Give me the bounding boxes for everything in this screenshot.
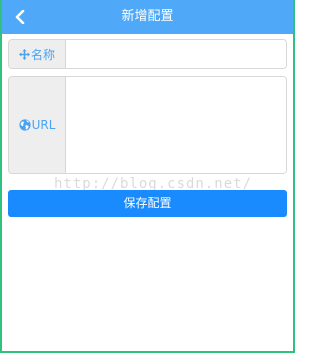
name-row: 名称 (8, 39, 287, 69)
save-config-button[interactable]: 保存配置 (8, 190, 287, 217)
url-label-text: URL (31, 118, 56, 132)
name-input[interactable] (66, 40, 286, 68)
app-frame: 新增配置 名称 URL http://blog.csdn.net/ 保存配置 (0, 0, 295, 353)
move-arrows-icon (18, 48, 30, 60)
url-textarea[interactable] (66, 77, 286, 173)
page-title: 新增配置 (121, 9, 174, 24)
url-label: URL (9, 77, 66, 173)
url-row: URL (8, 76, 287, 174)
name-label: 名称 (9, 40, 66, 68)
name-label-text: 名称 (30, 47, 55, 62)
header-bar: 新增配置 (2, 0, 293, 34)
globe-icon (18, 119, 31, 131)
